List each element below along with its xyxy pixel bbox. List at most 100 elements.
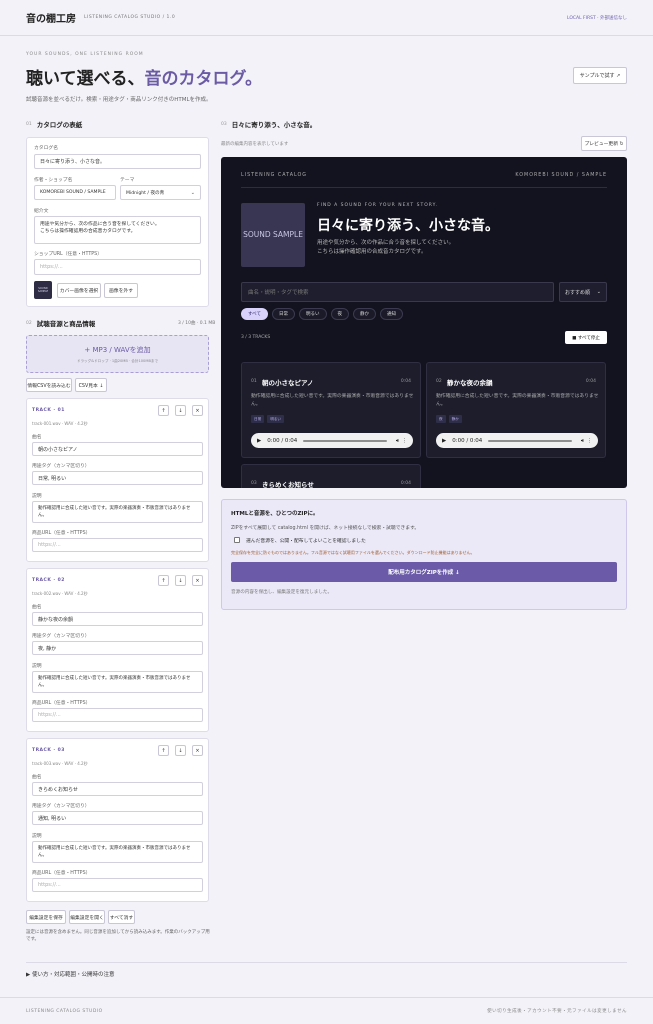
csv-template-button[interactable]: CSV見本 ↓ <box>75 378 107 392</box>
confirm-checkbox[interactable] <box>234 537 240 543</box>
preview-title: 日々に寄り添う、小さな音。 <box>317 218 499 234</box>
catalog-name-input[interactable]: 日々に寄り添う、小さな音。 <box>34 154 201 169</box>
select-cover-button[interactable]: カバー画像を選択 <box>57 283 101 298</box>
player-time: 0:00 / 0:04 <box>267 437 298 444</box>
theme-select[interactable]: Midnight / 夜の青 ⌄ <box>120 185 201 200</box>
zip-title: HTMLと音源を、ひとつのZIPに。 <box>231 511 319 517</box>
card-tag[interactable]: 夜 <box>436 415 446 423</box>
move-up-icon[interactable]: ↑ <box>158 745 169 756</box>
move-down-icon[interactable]: ↓ <box>175 405 186 416</box>
track-name-input[interactable]: きらめくお知らせ <box>32 782 203 796</box>
track-name-input[interactable]: 朝の小さなピアノ <box>32 442 203 456</box>
zip-export-panel: HTMLと音源を、ひとつのZIPに。 ZIPをすべて展開して catalog.h… <box>221 499 627 610</box>
remove-cover-button[interactable]: 画像を外す <box>104 283 138 298</box>
cover-thumbnail: SOUND SAMPLE <box>34 281 52 299</box>
intro-textarea[interactable]: 用途や気分から、次の作品に合う音を探してください。 こちらは操作確認用の合成音カ… <box>34 216 201 244</box>
track-url-label: 商品URL（任意・HTTPS） <box>32 531 91 536</box>
track-tags-input[interactable]: 日常, 明るい <box>32 471 203 485</box>
track-url-input[interactable]: https://... <box>32 708 203 722</box>
track-name-label: 曲名 <box>32 605 42 610</box>
track-tags-input[interactable]: 通知, 明るい <box>32 811 203 825</box>
more-icon[interactable]: ⋮ <box>587 438 592 444</box>
card-description: 動作確認用に合成した短い音です。実際の楽器演奏・市販音源ではありません。 <box>436 394 599 408</box>
card-tags: 夜静か <box>436 415 462 423</box>
author-label: 作者・ショップ名 <box>34 178 73 183</box>
volume-icon[interactable]: 🔊︎ <box>396 438 399 444</box>
preview-sort-select[interactable]: おすすめ順 ⌄ <box>559 282 607 302</box>
volume-icon[interactable]: 🔊︎ <box>581 438 584 444</box>
audio-player[interactable]: ▶ 0:00 / 0:04 🔊︎ ⋮ <box>251 433 413 448</box>
tag-chip[interactable]: 通知 <box>380 308 404 320</box>
shop-url-input[interactable]: https://... <box>34 259 201 275</box>
theme-label: テーマ <box>120 178 135 183</box>
remove-track-icon[interactable]: × <box>192 405 203 416</box>
play-icon[interactable]: ▶ <box>442 438 446 444</box>
track-tags-label: 用途タグ（カンマ区切り） <box>32 634 90 639</box>
track-url-input[interactable]: https://... <box>32 538 203 552</box>
track-tags-input[interactable]: 夜, 静か <box>32 641 203 655</box>
app-logo: 音の棚工房 <box>26 14 76 25</box>
hero-title-a: 聴いて選べる、 <box>26 69 145 89</box>
audio-dropzone[interactable]: + MP3 / WAVを追加 ドラッグ&ドロップ · 1曲20MB · 合計10… <box>26 335 209 373</box>
track-count: 3 / 3 TRACKS <box>241 335 271 340</box>
move-down-icon[interactable]: ↓ <box>175 745 186 756</box>
card-tags: 日常 明るい <box>251 415 284 423</box>
tag-chip[interactable]: すべて <box>241 308 269 320</box>
try-sample-button[interactable]: サンプルで試す ↗ <box>573 67 627 84</box>
help-disclosure[interactable]: ▶ 使い方・対応範囲・公開時の注意 <box>26 962 627 978</box>
confirm-label[interactable]: 選んだ音源を、公開・配布してよいことを確認しました <box>246 537 366 544</box>
card-tag[interactable]: 静か <box>448 415 462 423</box>
app-header: 音の棚工房 LISTENING CATALOG STUDIO / 1.0 LOC… <box>0 0 653 36</box>
move-down-icon[interactable]: ↓ <box>175 575 186 586</box>
tag-chip[interactable]: 日常 <box>272 308 296 320</box>
chevron-down-icon: ⌄ <box>596 289 601 295</box>
track-tags-label: 用途タグ（カンマ区切り） <box>32 464 90 469</box>
preview-search-input[interactable]: 曲名・説明・タグで検索 <box>241 282 554 302</box>
tag-chip[interactable]: 夜 <box>330 308 350 320</box>
track-desc-label: 説明 <box>32 834 42 839</box>
section-title: 試聴音源と商品情報 <box>36 320 96 328</box>
track-desc-label: 説明 <box>32 494 42 499</box>
zip-warning: 完全保存を完全に防ぐものではありません。フル音源ではなく試聴用ファイルを選んでく… <box>231 550 475 555</box>
author-input[interactable]: KOMOREBI SOUND / SAMPLE <box>34 185 116 200</box>
card-title: 静かな夜の余韻 <box>447 379 493 387</box>
preview-track-card: 03 きらめくお知らせ 0:04 <box>241 464 421 488</box>
track-counter: 3 / 10曲 · 0.1 MB <box>178 321 216 326</box>
play-icon[interactable]: ▶ <box>257 438 261 444</box>
card-tag[interactable]: 日常 <box>251 415 265 423</box>
track-desc-textarea[interactable]: 動作確認用に合成した短い音です。実際の楽器演奏・市販音源ではありません。 <box>32 841 203 863</box>
catalog-name-label: カタログ名 <box>34 146 58 151</box>
remove-track-icon[interactable]: × <box>192 575 203 586</box>
track-desc-textarea[interactable]: 動作確認用に合成した短い音です。実際の楽器演奏・市販音源ではありません。 <box>32 671 203 693</box>
section-tracks-heading: 02 試聴音源と商品情報 <box>26 318 95 328</box>
hero-title: 聴いて選べる、音のカタログ。 <box>26 64 262 89</box>
track-url-label: 商品URL（任意・HTTPS） <box>32 871 91 876</box>
tag-chip[interactable]: 静か <box>353 308 377 320</box>
import-csv-button[interactable]: 情報CSVを読み込む <box>26 378 72 392</box>
track-name-input[interactable]: 静かな夜の余韻 <box>32 612 203 626</box>
preview-brand: LISTENING CATALOG <box>241 173 308 178</box>
more-icon[interactable]: ⋮ <box>402 438 407 444</box>
card-tag[interactable]: 明るい <box>267 415 284 423</box>
clear-all-button[interactable]: すべて消す <box>108 910 135 924</box>
dropzone-subtitle: ドラッグ&ドロップ · 1曲20MB · 合計100MBまで <box>76 358 159 363</box>
track-file-meta: track-003.wav · WAV · 4.2秒 <box>32 761 88 766</box>
create-zip-button[interactable]: 配布用カタログZIPを作成 ↓ <box>231 562 617 582</box>
tag-chip[interactable]: 明るい <box>299 308 327 320</box>
preview-track-card: 02 静かな夜の余韻 0:04 動作確認用に合成した短い音です。実際の楽器演奏・市… <box>426 362 606 458</box>
track-url-input[interactable]: https://... <box>32 878 203 892</box>
track-desc-textarea[interactable]: 動作確認用に合成した短い音です。実際の楽器演奏・市販音源ではありません。 <box>32 501 203 523</box>
stop-all-button[interactable]: ■ すべて停止 <box>565 331 607 344</box>
move-up-icon[interactable]: ↑ <box>158 575 169 586</box>
audio-player[interactable]: ▶ 0:00 / 0:04 🔊︎ ⋮ <box>436 433 598 448</box>
card-number: 02 <box>436 379 442 384</box>
dropzone-title: + MP3 / WAVを追加 <box>84 345 151 354</box>
seek-bar[interactable] <box>488 439 572 442</box>
save-settings-button[interactable]: 編集設定を保存 <box>26 910 66 924</box>
track-file-meta: track-001.wav · WAV · 4.2秒 <box>32 421 88 426</box>
refresh-preview-button[interactable]: プレビュー更新 ↻ <box>581 136 627 151</box>
move-up-icon[interactable]: ↑ <box>158 405 169 416</box>
seek-bar[interactable] <box>303 439 387 442</box>
open-settings-button[interactable]: 編集設定を開く <box>69 910 105 924</box>
remove-track-icon[interactable]: × <box>192 745 203 756</box>
